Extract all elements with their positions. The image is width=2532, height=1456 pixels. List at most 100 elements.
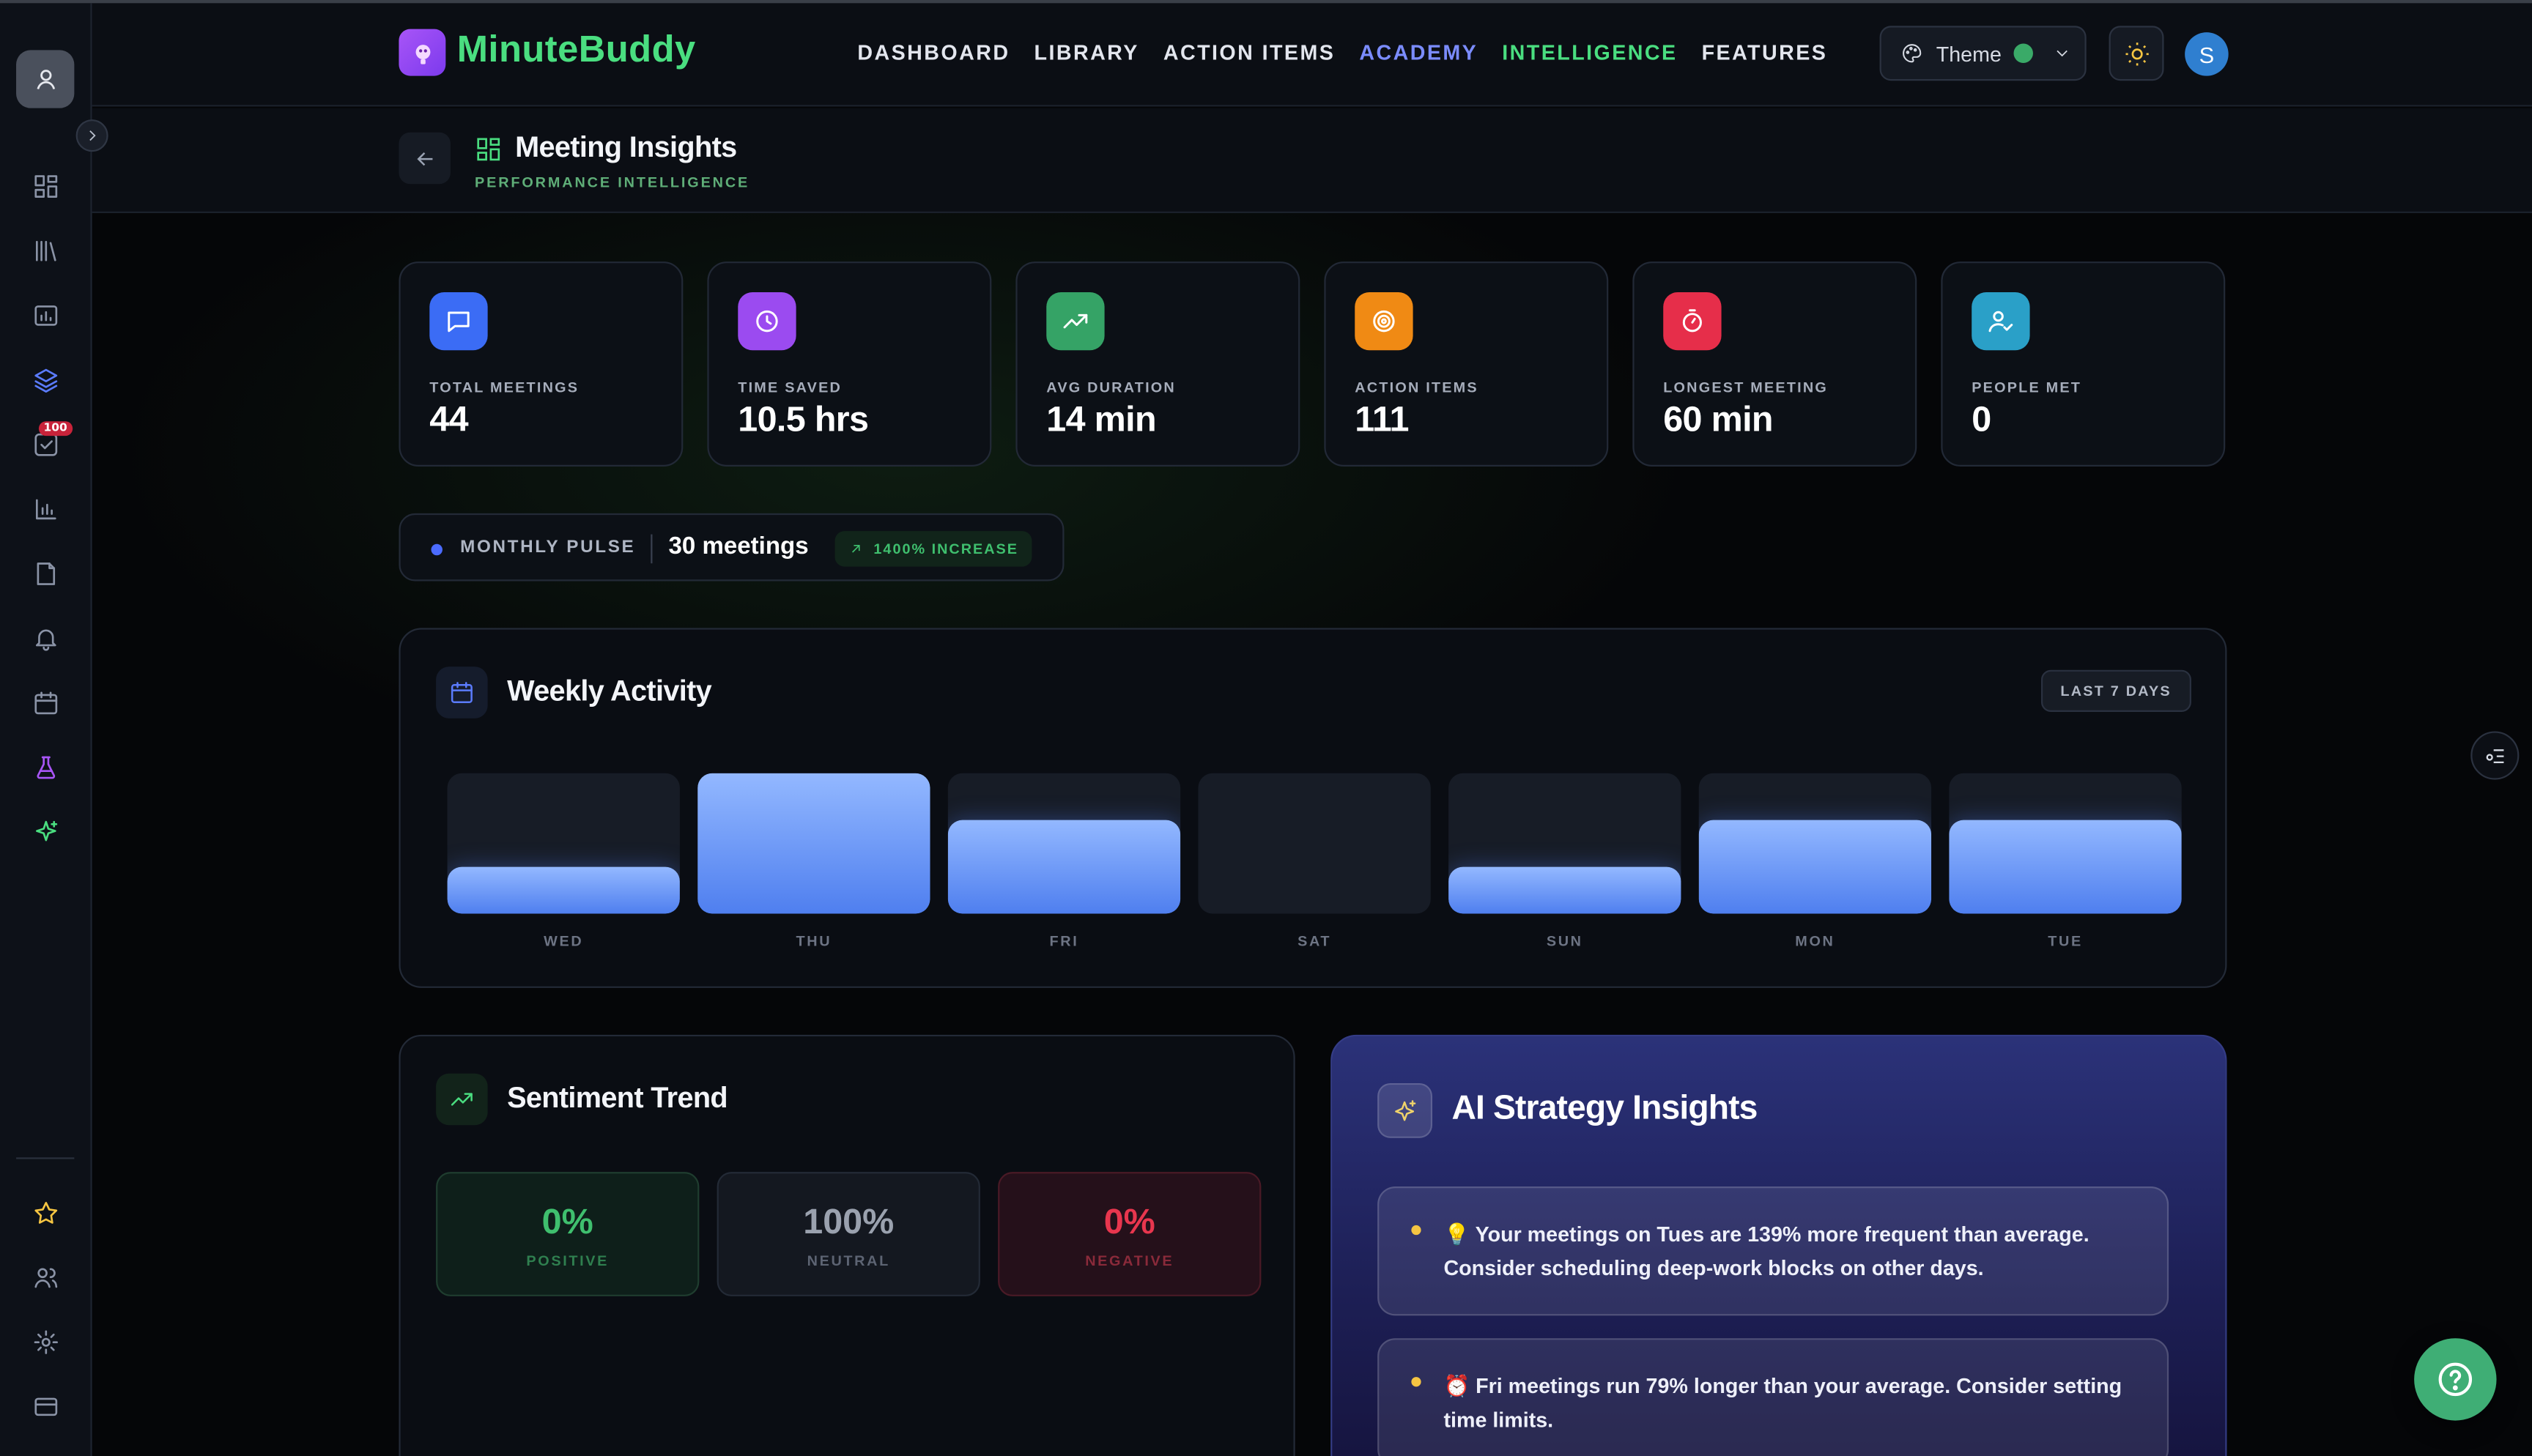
- profile-button[interactable]: [16, 50, 75, 108]
- sentiment-label: NEUTRAL: [807, 1252, 890, 1269]
- bar-label-thu: THU: [796, 932, 832, 950]
- light-mode-toggle[interactable]: [2109, 26, 2164, 81]
- sparkles-icon: [1377, 1082, 1433, 1138]
- weekly-activity-title: Weekly Activity: [507, 675, 712, 707]
- stat-label: ACTION ITEMS: [1355, 379, 1478, 396]
- page-subtitle: PERFORMANCE INTELLIGENCE: [475, 174, 750, 191]
- sparkles-icon: [34, 820, 57, 841]
- sidebar-item-intelligence[interactable]: [29, 815, 62, 847]
- sidebar-item-analytics[interactable]: [29, 492, 62, 524]
- stat-label: TOTAL MEETINGS: [429, 379, 580, 396]
- clock-icon: [738, 291, 796, 351]
- star-icon: [34, 1200, 57, 1223]
- sidebar-item-library[interactable]: [29, 234, 62, 267]
- theme-color-swatch: [2014, 43, 2034, 63]
- insight-text: 💡 Your meetings on Tues are 139% more fr…: [1443, 1222, 2089, 1280]
- stat-card-people-met: PEOPLE MET 0: [1941, 261, 2226, 467]
- stat-card-longest-meeting: LONGEST MEETING 60 min: [1632, 261, 1917, 467]
- theme-selector[interactable]: Theme: [1879, 26, 2087, 81]
- app-name[interactable]: MinuteBuddy: [457, 27, 696, 71]
- insights-icon: [475, 135, 502, 163]
- nav-features[interactable]: FEATURES: [1702, 40, 1828, 64]
- bar-slot-thu: [697, 773, 930, 914]
- pulse-increase-badge: 1400% INCREASE: [834, 531, 1032, 567]
- calendar-icon: [436, 666, 488, 718]
- help-button[interactable]: [2414, 1338, 2497, 1421]
- page-header: Meeting Insights PERFORMANCE INTELLIGENC…: [92, 108, 2532, 213]
- sentiment-value: 0%: [541, 1200, 593, 1241]
- bar-thu[interactable]: [697, 773, 930, 914]
- sidebar-item-dashboard[interactable]: [29, 169, 62, 201]
- sidebar-item-presentations[interactable]: [29, 299, 62, 331]
- library-icon: [34, 239, 56, 261]
- sidebar-item-team[interactable]: [29, 1260, 62, 1293]
- insight-item: 💡 Your meetings on Tues are 139% more fr…: [1377, 1186, 2169, 1316]
- page-title: Meeting Insights: [515, 130, 737, 163]
- sidebar-expand-button[interactable]: [75, 119, 108, 152]
- sidebar-item-calendar[interactable]: [29, 686, 62, 718]
- insight-bullet: [1411, 1377, 1421, 1387]
- back-button[interactable]: [399, 132, 451, 185]
- insight-bullet: [1411, 1225, 1421, 1236]
- main-nav: DASHBOARD LIBRARY ACTION ITEMS ACADEMY I…: [857, 40, 1851, 64]
- user-check-icon: [1972, 291, 2030, 351]
- calendar-icon: [34, 691, 57, 714]
- document-icon: [36, 562, 54, 584]
- bar-tue[interactable]: [1949, 820, 2182, 914]
- quick-panel-button[interactable]: [2470, 731, 2520, 780]
- bell-icon: [34, 628, 56, 650]
- stat-value: 10.5 hrs: [738, 398, 869, 439]
- bar-wed[interactable]: [447, 866, 680, 914]
- sidebar-item-settings[interactable]: [29, 1326, 62, 1358]
- flask-icon: [36, 755, 55, 779]
- arrow-left-icon: [416, 151, 432, 166]
- pulse-indicator: [431, 543, 443, 556]
- target-icon: [1355, 291, 1413, 351]
- sidebar-item-notifications[interactable]: [29, 622, 62, 654]
- chevron-down-icon: [2057, 50, 2068, 57]
- sentiment-title: Sentiment Trend: [507, 1081, 728, 1114]
- bar-chart-icon: [34, 498, 56, 519]
- bar-fri[interactable]: [947, 820, 1181, 914]
- nav-academy[interactable]: ACADEMY: [1359, 40, 1478, 64]
- nav-library[interactable]: LIBRARY: [1034, 40, 1139, 64]
- sidebar-item-layers[interactable]: [29, 363, 62, 395]
- sentiment-label: POSITIVE: [526, 1252, 610, 1269]
- bar-slot-fri: [947, 773, 1181, 914]
- nav-intelligence[interactable]: INTELLIGENCE: [1502, 40, 1677, 64]
- insight-text: ⏰ Fri meetings run 79% longer than your …: [1443, 1373, 2122, 1433]
- monthly-pulse-card: MONTHLY PULSE 30 meetings 1400% INCREASE: [399, 513, 1065, 582]
- stat-label: AVG DURATION: [1046, 379, 1176, 396]
- stat-label: TIME SAVED: [738, 379, 843, 396]
- stat-value: 44: [429, 398, 468, 439]
- sidebar-item-documents[interactable]: [29, 557, 62, 589]
- bar-slot-tue: [1949, 773, 2182, 914]
- app-logo[interactable]: [399, 29, 446, 76]
- list-settings-icon: [2485, 749, 2503, 762]
- sidebar-item-lab[interactable]: [29, 751, 62, 783]
- bar-sun[interactable]: [1448, 866, 1681, 914]
- stat-value: 111: [1355, 398, 1409, 439]
- bar-label-tue: TUE: [2048, 932, 2083, 950]
- presentation-icon: [34, 304, 57, 325]
- range-badge[interactable]: LAST 7 DAYS: [2040, 669, 2191, 713]
- stat-value: 0: [1972, 398, 1991, 439]
- insight-item: ⏰ Fri meetings run 79% longer than your …: [1377, 1338, 2169, 1456]
- sentiment-positive: 0% POSITIVE: [436, 1172, 700, 1296]
- bar-label-sat: SAT: [1298, 932, 1332, 950]
- notification-badge: 100: [38, 421, 73, 437]
- sidebar-item-billing[interactable]: [29, 1390, 62, 1422]
- pulse-badge-text: 1400% INCREASE: [873, 541, 1018, 557]
- sentiment-negative: 0% NEGATIVE: [998, 1172, 1262, 1296]
- sidebar-divider: [16, 1157, 75, 1159]
- bar-slot-sat: [1198, 773, 1431, 914]
- bar-mon[interactable]: [1698, 820, 1932, 914]
- user-avatar[interactable]: S: [2185, 32, 2229, 76]
- pulse-divider: [651, 534, 653, 564]
- stat-label: LONGEST MEETING: [1663, 379, 1829, 396]
- nav-dashboard[interactable]: DASHBOARD: [857, 40, 1010, 64]
- nav-action-items[interactable]: ACTION ITEMS: [1163, 40, 1335, 64]
- stat-value: 14 min: [1046, 398, 1156, 439]
- sidebar-item-favorites[interactable]: [29, 1196, 62, 1228]
- sun-icon: [2125, 42, 2148, 65]
